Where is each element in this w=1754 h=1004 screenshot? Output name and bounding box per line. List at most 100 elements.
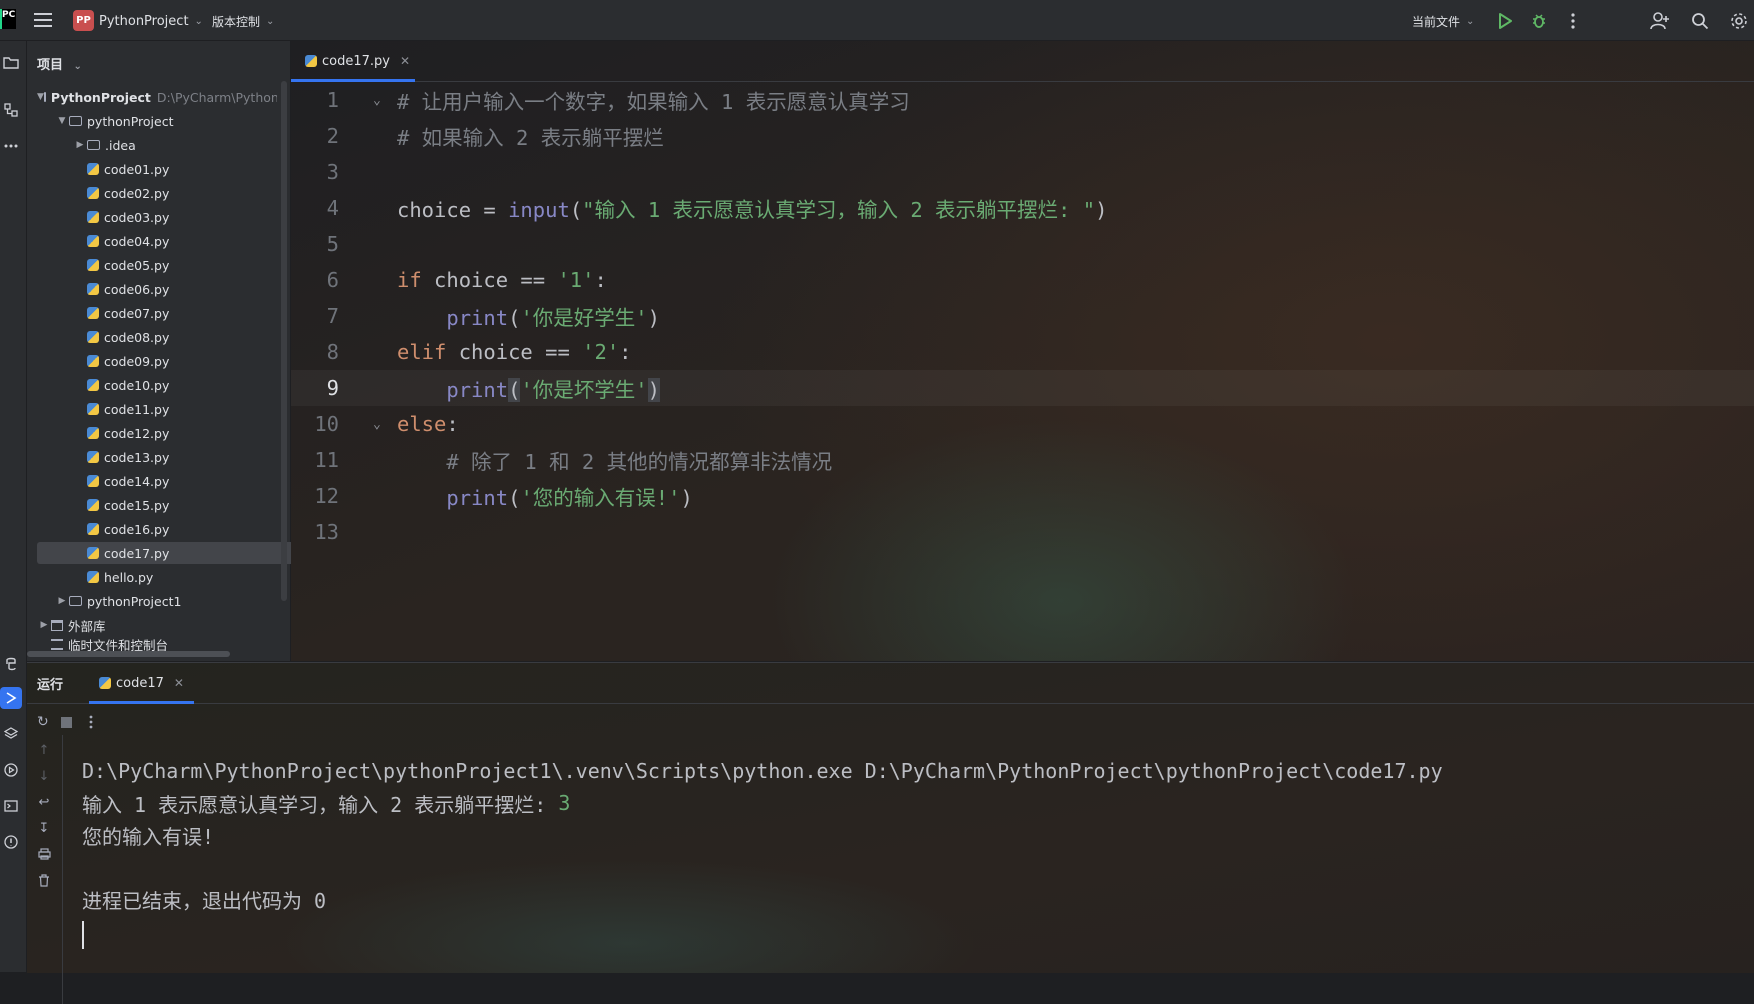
chevron-right-icon[interactable]: ▶ bbox=[73, 140, 87, 150]
scroll-up-icon[interactable]: ↑ bbox=[33, 739, 55, 761]
line-number: 1 bbox=[326, 88, 339, 112]
run-config-selector[interactable]: 当前文件 ⌄ bbox=[1412, 11, 1474, 31]
close-icon[interactable]: ✕ bbox=[174, 676, 184, 690]
rerun-icon[interactable]: ↻ bbox=[37, 711, 49, 733]
project-panel: 项目 ⌄ ▼ PythonProject D:\PyCharm\PythonP … bbox=[27, 41, 327, 661]
hamburger-menu-icon[interactable] bbox=[34, 10, 54, 30]
project-badge[interactable]: PP bbox=[73, 10, 94, 31]
python-file-icon bbox=[87, 307, 99, 319]
code-line[interactable]: 6 if choice == '1': bbox=[291, 262, 1754, 298]
run-tab-code17[interactable]: code17 ✕ bbox=[89, 663, 194, 704]
services-icon[interactable] bbox=[0, 759, 22, 781]
tree-item-label: 外部库 bbox=[68, 618, 106, 634]
code-text: choice = input("输入 1 表示愿意认真学习，输入 2 表示躺平摆… bbox=[397, 193, 1107, 223]
project-switcher[interactable]: PythonProject ⌄ bbox=[99, 11, 203, 31]
python-file-icon bbox=[87, 331, 99, 343]
run-icon[interactable] bbox=[1494, 10, 1516, 32]
tree-item-label: code14.py bbox=[104, 473, 170, 489]
tree-folder-pythonproject[interactable]: ▼ pythonProject bbox=[37, 110, 295, 132]
chevron-down-icon: ⌄ bbox=[1466, 15, 1475, 27]
code-line[interactable]: 3 bbox=[291, 154, 1754, 190]
run-tool-icon[interactable] bbox=[0, 687, 22, 709]
terminal-icon[interactable] bbox=[0, 795, 22, 817]
code-comment: # 如果输入 2 表示躺平摆烂 bbox=[397, 126, 664, 150]
settings-icon[interactable] bbox=[1728, 10, 1750, 32]
scroll-to-end-icon[interactable]: ↧ bbox=[33, 817, 55, 839]
python-packages-icon[interactable] bbox=[0, 653, 22, 675]
code-keyword: else bbox=[397, 412, 447, 436]
tree-external-libraries[interactable]: ▶ 外部库 bbox=[37, 614, 277, 636]
soft-wrap-icon[interactable]: ↩ bbox=[33, 791, 55, 813]
code-builtin: print bbox=[446, 378, 509, 402]
code-text: else: bbox=[397, 412, 459, 436]
left-tool-strip bbox=[0, 41, 27, 972]
console-prompt-line: 输入 1 表示愿意认真学习，输入 2 表示躺平摆烂: 3 bbox=[82, 786, 570, 820]
code-line[interactable]: 12 print('您的输入有误!') bbox=[291, 478, 1754, 514]
code-line[interactable]: 1 ⌄ # 让用户输入一个数字，如果输入 1 表示愿意认真学习 bbox=[291, 82, 1754, 118]
tree-item-label: code07.py bbox=[104, 305, 170, 321]
more-vertical-icon[interactable] bbox=[89, 711, 93, 733]
debug-icon[interactable] bbox=[1528, 10, 1550, 32]
python-file-icon bbox=[87, 259, 99, 271]
problems-icon[interactable] bbox=[0, 831, 22, 853]
chevron-right-icon[interactable]: ▶ bbox=[55, 596, 69, 606]
tree-root[interactable]: ▼ PythonProject D:\PyCharm\PythonP bbox=[37, 86, 277, 108]
python-file-icon bbox=[87, 427, 99, 439]
code-text: print('你是好学生') bbox=[397, 301, 660, 331]
scratch-icon bbox=[51, 638, 63, 650]
code-line[interactable]: 4 choice = input("输入 1 表示愿意认真学习，输入 2 表示躺… bbox=[291, 190, 1754, 226]
code-line[interactable]: 2 # 如果输入 2 表示躺平摆烂 bbox=[291, 118, 1754, 154]
more-horizontal-icon[interactable] bbox=[0, 135, 22, 157]
code-line[interactable]: 13 bbox=[291, 514, 1754, 550]
code-text: elif choice == '2': bbox=[397, 340, 632, 364]
tree-item-label: hello.py bbox=[104, 569, 154, 585]
code-line[interactable]: 5 bbox=[291, 226, 1754, 262]
scroll-down-icon[interactable]: ↓ bbox=[33, 765, 55, 787]
code-line[interactable]: 11 # 除了 1 和 2 其他的情况都算非法情况 bbox=[291, 442, 1754, 478]
python-file-icon bbox=[87, 283, 99, 295]
fold-arrow-icon[interactable]: ⌄ bbox=[373, 93, 381, 108]
tree-item-label: code16.py bbox=[104, 521, 170, 537]
code-line-current[interactable]: 9 print('你是坏学生') bbox=[291, 370, 1754, 406]
editor-tab-code17[interactable]: code17.py ✕ bbox=[291, 41, 415, 82]
trash-icon[interactable] bbox=[33, 869, 55, 891]
chevron-down-icon[interactable]: ▼ bbox=[37, 92, 44, 102]
code-line[interactable]: 10 ⌄ else: bbox=[291, 406, 1754, 442]
add-user-icon[interactable] bbox=[1649, 10, 1671, 32]
vcs-menu[interactable]: 版本控制 ⌄ bbox=[212, 11, 274, 31]
project-horizontal-scrollbar[interactable] bbox=[27, 651, 230, 657]
console-output-line: 您的输入有误! bbox=[82, 824, 215, 849]
project-panel-header[interactable]: 项目 ⌄ bbox=[37, 54, 82, 73]
tree-item-label: code10.py bbox=[104, 377, 170, 393]
project-vertical-scrollbar[interactable] bbox=[281, 81, 287, 601]
structure-icon[interactable] bbox=[0, 99, 22, 121]
line-number: 6 bbox=[326, 268, 339, 292]
python-file-icon bbox=[87, 211, 99, 223]
line-number: 2 bbox=[326, 124, 339, 148]
tree-folder-idea[interactable]: ▶ .idea bbox=[37, 134, 313, 156]
code-colon: : bbox=[619, 340, 632, 364]
code-keyword: elif bbox=[397, 340, 447, 364]
layers-icon[interactable] bbox=[0, 723, 22, 745]
line-number: 12 bbox=[314, 484, 339, 508]
folder-icon bbox=[43, 92, 46, 102]
run-side-toolbar: ↑ ↓ ↩ ↧ bbox=[27, 735, 63, 1004]
print-icon[interactable] bbox=[33, 843, 55, 865]
code-line[interactable]: 7 print('你是好学生') bbox=[291, 298, 1754, 334]
chevron-right-icon[interactable]: ▶ bbox=[37, 620, 51, 630]
stop-icon[interactable] bbox=[61, 711, 72, 733]
python-file-icon bbox=[87, 547, 99, 559]
more-vertical-icon[interactable] bbox=[1562, 10, 1584, 32]
code-paren-match: ( bbox=[508, 378, 521, 402]
console-caret[interactable] bbox=[82, 921, 84, 949]
code-line[interactable]: 8 elif choice == '2': bbox=[291, 334, 1754, 370]
chevron-down-icon[interactable]: ▼ bbox=[55, 116, 69, 126]
search-icon[interactable] bbox=[1689, 10, 1711, 32]
code-builtin: input bbox=[508, 198, 570, 222]
tree-folder-pythonproject1[interactable]: ▶ pythonProject1 bbox=[37, 590, 295, 612]
project-folder-icon[interactable] bbox=[0, 51, 22, 73]
fold-arrow-icon[interactable]: ⌄ bbox=[373, 417, 381, 432]
close-icon[interactable]: ✕ bbox=[400, 54, 410, 68]
